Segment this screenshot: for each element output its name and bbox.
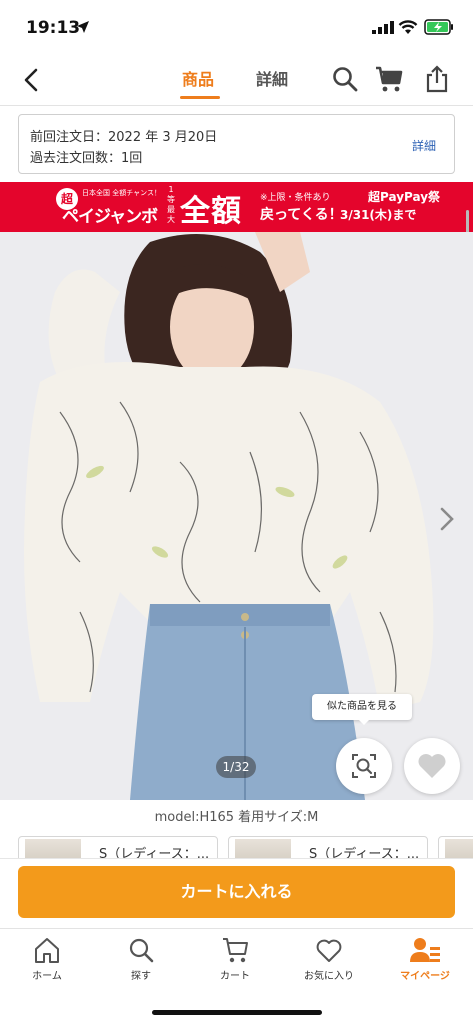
status-time: 19:13 <box>26 18 81 38</box>
banner-headline: 戻ってくる！ <box>260 207 343 223</box>
bottom-tab-bar: ホーム 探す カート お気に入り マイページ <box>0 928 473 990</box>
banner-rank: 1等最大 <box>167 185 175 224</box>
campaign-banner[interactable]: 超 日本全国 全額チャンス！ ペイジャンボ 1等最大 全額 ※上限・条件あり 戻… <box>0 182 473 232</box>
user-icon <box>410 938 440 962</box>
variant-thumbnail <box>25 839 81 858</box>
heart-icon <box>418 754 446 778</box>
divider <box>0 858 473 859</box>
order-history-box: 前回注文日：2022 年 3 月20日 過去注文回数：1回 詳細 <box>18 114 455 174</box>
model-info: model:H165 着用サイズ:M <box>154 810 319 825</box>
cart-icon[interactable] <box>374 64 404 94</box>
tab-label: お気に入り <box>304 971 354 982</box>
favorite-button[interactable] <box>404 738 460 794</box>
tab-label: ホーム <box>32 971 62 982</box>
image-counter: 1/32 <box>216 756 256 778</box>
jumbo-logo: 超 日本全国 全額チャンス！ ペイジャンボ <box>56 186 164 228</box>
tab-mypage[interactable]: マイページ <box>390 935 460 989</box>
banner-title: ペイジャンボ <box>62 207 158 227</box>
search-icon[interactable] <box>330 64 360 94</box>
banner-small-text: 日本全国 全額チャンス！ <box>82 189 162 197</box>
variant-label: S（レディース：... <box>99 847 210 858</box>
variant-thumbnail <box>445 839 473 858</box>
tab-label: マイページ <box>400 971 450 982</box>
wifi-icon <box>398 20 418 34</box>
battery-charging-icon <box>424 19 453 35</box>
search-icon <box>129 938 154 963</box>
banner-note: ※上限・条件あり <box>260 193 331 203</box>
variant-label: S（レディース：... <box>309 847 420 858</box>
top-nav: 商品 詳細 <box>0 56 473 106</box>
tab-favorites[interactable]: お気に入り <box>294 935 364 989</box>
order-detail-link[interactable]: 詳細 <box>412 137 436 154</box>
visual-search-button[interactable] <box>336 738 392 794</box>
home-icon <box>35 938 59 963</box>
visual-search-icon <box>352 754 376 778</box>
signal-icon <box>372 21 394 34</box>
home-indicator <box>152 1010 322 1015</box>
back-chevron-icon[interactable] <box>20 66 44 94</box>
status-bar: 19:13 <box>0 0 473 56</box>
tab-cart[interactable]: カート <box>200 935 270 989</box>
location-arrow-icon <box>77 21 89 33</box>
tab-product[interactable]: 商品 <box>182 66 214 90</box>
similar-items-button[interactable]: 似た商品を見る <box>312 694 412 720</box>
tab-label: 探す <box>131 971 151 982</box>
cart-icon <box>223 938 248 963</box>
add-to-cart-button[interactable]: カートに入れる <box>18 866 455 918</box>
last-order-date: 前回注文日：2022 年 3 月20日 <box>30 130 218 145</box>
product-image-carousel[interactable]: 似た商品を見る 1/32 <box>0 232 473 800</box>
heart-icon <box>316 939 342 962</box>
tab-label: カート <box>220 971 250 982</box>
banner-fest: 超PayPay祭 <box>368 190 441 204</box>
tab-detail[interactable]: 詳細 <box>256 66 288 90</box>
share-icon[interactable] <box>422 64 452 94</box>
banner-deadline: 3/31(木)まで <box>340 208 417 222</box>
variant-option[interactable]: S（レディース：... <box>18 836 218 858</box>
active-tab-underline <box>180 96 220 99</box>
past-order-count: 過去注文回数：1回 <box>30 151 143 166</box>
variant-strip: S（レディース：... S（レディース：... <box>0 836 473 858</box>
tab-home[interactable]: ホーム <box>12 935 82 989</box>
next-chevron-icon[interactable] <box>437 504 457 534</box>
tab-search[interactable]: 探す <box>106 935 176 989</box>
banner-big-text: 全額 <box>180 194 242 229</box>
variant-option[interactable]: S（レディース：... <box>228 836 428 858</box>
variant-thumbnail <box>235 839 291 858</box>
variant-option[interactable] <box>438 836 473 858</box>
similar-tooltip-tail <box>358 719 370 725</box>
